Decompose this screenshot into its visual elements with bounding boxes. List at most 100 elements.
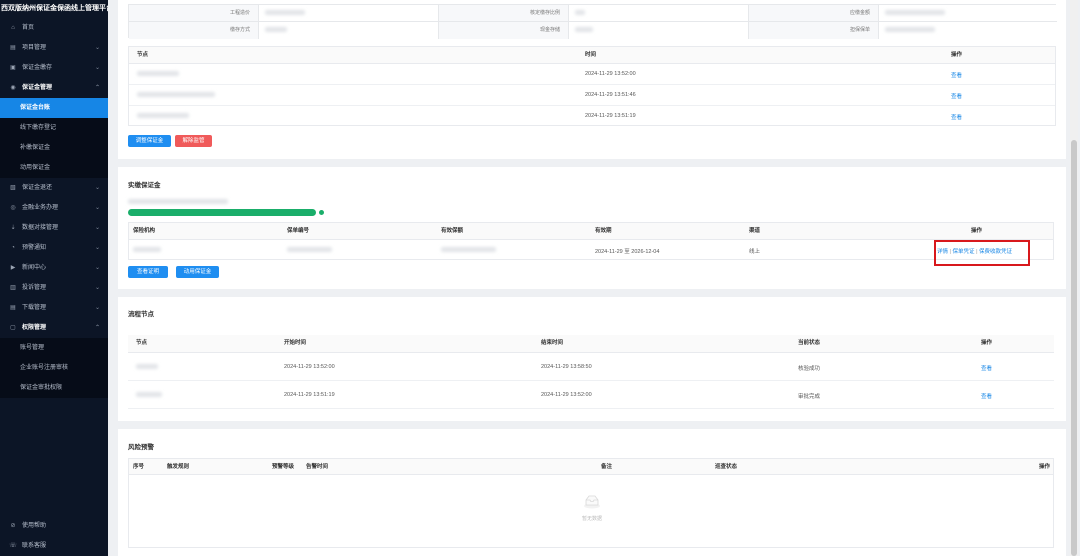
sidebar-item[interactable]: ▤ 下载管理 ⌄ bbox=[0, 298, 108, 318]
sidebar-item-label: 保证金管理 bbox=[22, 85, 53, 91]
info-label: 核定缴存比例 bbox=[439, 5, 569, 22]
chevron-down-icon: ⌄ bbox=[94, 65, 100, 71]
sidebar-item[interactable]: ▥ 投诉管理 ⌄ bbox=[0, 278, 108, 298]
help-icon: ⊘ bbox=[10, 523, 16, 529]
chevron-up-icon: ⌃ bbox=[94, 325, 100, 331]
chevron-down-icon: ⌄ bbox=[94, 305, 100, 311]
column-header: 节点 bbox=[136, 340, 148, 346]
chevron-down-icon: ⌄ bbox=[94, 45, 100, 51]
start-time: 2024-11-29 13:51:19 bbox=[284, 392, 335, 398]
progress-indicator bbox=[319, 210, 324, 215]
sidebar-item-label: 权限管理 bbox=[22, 325, 47, 331]
app-title: 西双版纳州保证金保函线上管理平台 bbox=[1, 5, 108, 12]
view-link[interactable]: 查看 bbox=[951, 92, 962, 100]
sidebar-subitem[interactable]: 保证金台账 bbox=[0, 98, 108, 118]
process-table: 节点 开始时间 结束时间 当前状态 操作 2024-11-29 13:52:00… bbox=[128, 335, 1054, 411]
sidebar-item[interactable]: ▣ 保证金缴存 ⌄ bbox=[0, 58, 108, 78]
scrollbar[interactable] bbox=[1070, 0, 1078, 556]
column-header: 有效保额 bbox=[441, 228, 464, 234]
sidebar-item[interactable]: ☏ 联系客服 bbox=[0, 536, 108, 556]
section-title: 流程节点 bbox=[128, 311, 154, 318]
sidebar-item[interactable]: ⌂ 首页 bbox=[0, 18, 108, 38]
table-row: 2024-11-29 13:51:46 查看 bbox=[129, 85, 1055, 106]
node-time: 2024-11-29 13:51:46 bbox=[585, 92, 636, 98]
column-header: 告警时间 bbox=[306, 464, 329, 470]
column-header: 有效期 bbox=[595, 228, 612, 234]
sidebar-item-label: 数据对接管理 bbox=[22, 225, 59, 231]
news-icon: ▶ bbox=[10, 265, 16, 271]
sidebar-subitem[interactable]: 动用保证金 bbox=[0, 158, 108, 178]
sidebar-subitem[interactable]: 补缴保证金 bbox=[0, 138, 108, 158]
sidebar-subitem[interactable]: 保证金审批权限 bbox=[0, 378, 108, 398]
info-label: 工程造价 bbox=[129, 5, 259, 22]
chevron-down-icon: ⌄ bbox=[94, 265, 100, 271]
view-link[interactable]: 查看 bbox=[981, 392, 992, 400]
table-row: 2024-11-29 13:51:19 查看 bbox=[129, 106, 1055, 126]
sidebar-item-label: 项目管理 bbox=[22, 45, 47, 51]
empty-text: 暂无数据 bbox=[581, 516, 602, 522]
sidebar-item[interactable]: ◔ 预警通知 ⌄ bbox=[0, 238, 108, 258]
column-header: 操作 bbox=[981, 340, 993, 346]
sidebar-item[interactable]: ◎ 金融业务办理 ⌄ bbox=[0, 198, 108, 218]
nodes-table: 节点 时间 操作 2024-11-29 13:52:00 查看 2024-11-… bbox=[128, 46, 1056, 126]
node-time: 2024-11-29 13:51:19 bbox=[585, 113, 636, 119]
table-row: 2024-11-29 13:51:19 2024-11-29 13:52:00 … bbox=[128, 381, 1054, 409]
start-time: 2024-11-29 13:52:00 bbox=[284, 364, 335, 370]
empty-inbox-icon bbox=[583, 495, 601, 509]
sidebar-item-label: 联系客服 bbox=[22, 543, 47, 549]
sidebar-item[interactable]: ⊘ 使用帮助 bbox=[0, 516, 108, 536]
info-label: 缴存方式 bbox=[129, 22, 259, 39]
column-header: 操作 bbox=[951, 52, 963, 58]
sidebar: 西双版纳州保证金保函线上管理平台 ⌂ 首页 ▤ 项目管理 ⌄ ▣ 保证金缴存 ⌄ ◉ 保证金管理 ⌃… bbox=[0, 0, 108, 556]
release-supervision-button[interactable]: 解除监管 bbox=[175, 135, 212, 147]
sidebar-subitem[interactable]: 企业账号注册审核 bbox=[0, 358, 108, 378]
sidebar-item-label: 金融业务办理 bbox=[22, 205, 59, 211]
sidebar-item[interactable]: ▶ 新闻中心 ⌄ bbox=[0, 258, 108, 278]
home-icon: ⌂ bbox=[11, 25, 15, 31]
section-title: 风险预警 bbox=[128, 444, 154, 451]
wallet-icon: ▣ bbox=[10, 65, 16, 71]
info-label: 应缴金额 bbox=[749, 5, 879, 22]
column-header: 操作 bbox=[971, 228, 983, 234]
bell-icon: ◔ bbox=[11, 245, 15, 251]
view-link[interactable]: 查看 bbox=[951, 113, 962, 121]
sidebar-item-label: 首页 bbox=[22, 25, 35, 31]
sidebar-subitem[interactable]: 账号管理 bbox=[0, 338, 108, 358]
progress-bar bbox=[128, 209, 316, 216]
view-link[interactable]: 查看 bbox=[951, 71, 962, 79]
view-link[interactable]: 查看 bbox=[981, 364, 992, 372]
risk-warning-card: 风险预警 序号 触发规则 预警等级 告警时间 备注 巡查状态 操作 暂无数据 bbox=[118, 429, 1066, 556]
sidebar-item[interactable]: ◉ 保证金管理 ⌃ bbox=[0, 78, 108, 98]
channel: 线上 bbox=[749, 249, 761, 255]
column-header: 结束时间 bbox=[541, 340, 564, 346]
column-header: 保险机构 bbox=[133, 228, 156, 234]
sidebar-subitem[interactable]: 线下缴存登记 bbox=[0, 118, 108, 138]
process-table-header: 节点 开始时间 结束时间 当前状态 操作 bbox=[128, 335, 1054, 353]
node-time: 2024-11-29 13:52:00 bbox=[585, 71, 636, 77]
sidebar-item-label: 预警通知 bbox=[22, 245, 47, 251]
shield-icon: ◉ bbox=[10, 85, 16, 91]
nodes-table-header: 节点 时间 操作 bbox=[129, 47, 1055, 64]
chevron-down-icon: ⌄ bbox=[94, 185, 100, 191]
guarantee-info-card: 工程造价 核定缴存比例 应缴金额 缴存方式 现金存储 担保保单 节点 时间 操作… bbox=[118, 0, 1066, 159]
risk-table-header: 序号 触发规则 预警等级 告警时间 备注 巡查状态 操作 bbox=[129, 459, 1053, 475]
view-proof-button[interactable]: 查看证明 bbox=[128, 266, 168, 278]
column-header: 当前状态 bbox=[798, 340, 821, 346]
highlight-box bbox=[934, 240, 1030, 266]
folder-icon: ▤ bbox=[10, 45, 16, 51]
sidebar-item[interactable]: ▤ 项目管理 ⌄ bbox=[0, 38, 108, 58]
table-row: 2024-11-29 至 2026-12-04 线上 详情 | 保单凭证 | 保… bbox=[129, 240, 1053, 260]
sidebar-item[interactable]: ⇣ 数据对接管理 ⌄ bbox=[0, 218, 108, 238]
sidebar-item[interactable]: ▧ 保证金退还 ⌄ bbox=[0, 178, 108, 198]
info-label: 现金存储 bbox=[439, 22, 569, 39]
paid-guarantee-card: 实缴保证金 保险机构 保单编号 有效保额 有效期 渠道 操作 2024-11-2… bbox=[118, 167, 1066, 289]
column-header: 备注 bbox=[601, 464, 613, 470]
use-guarantee-button[interactable]: 动用保证金 bbox=[176, 266, 219, 278]
sidebar-item[interactable]: ▢ 权限管理 ⌃ bbox=[0, 318, 108, 338]
column-header: 操作 bbox=[1039, 464, 1051, 470]
adjust-guarantee-button[interactable]: 调整保证金 bbox=[128, 135, 171, 147]
data-icon: ⇣ bbox=[10, 225, 16, 231]
column-header: 时间 bbox=[585, 52, 597, 58]
scrollbar-thumb[interactable] bbox=[1071, 140, 1077, 556]
status-text: 核验成功 bbox=[798, 366, 821, 372]
